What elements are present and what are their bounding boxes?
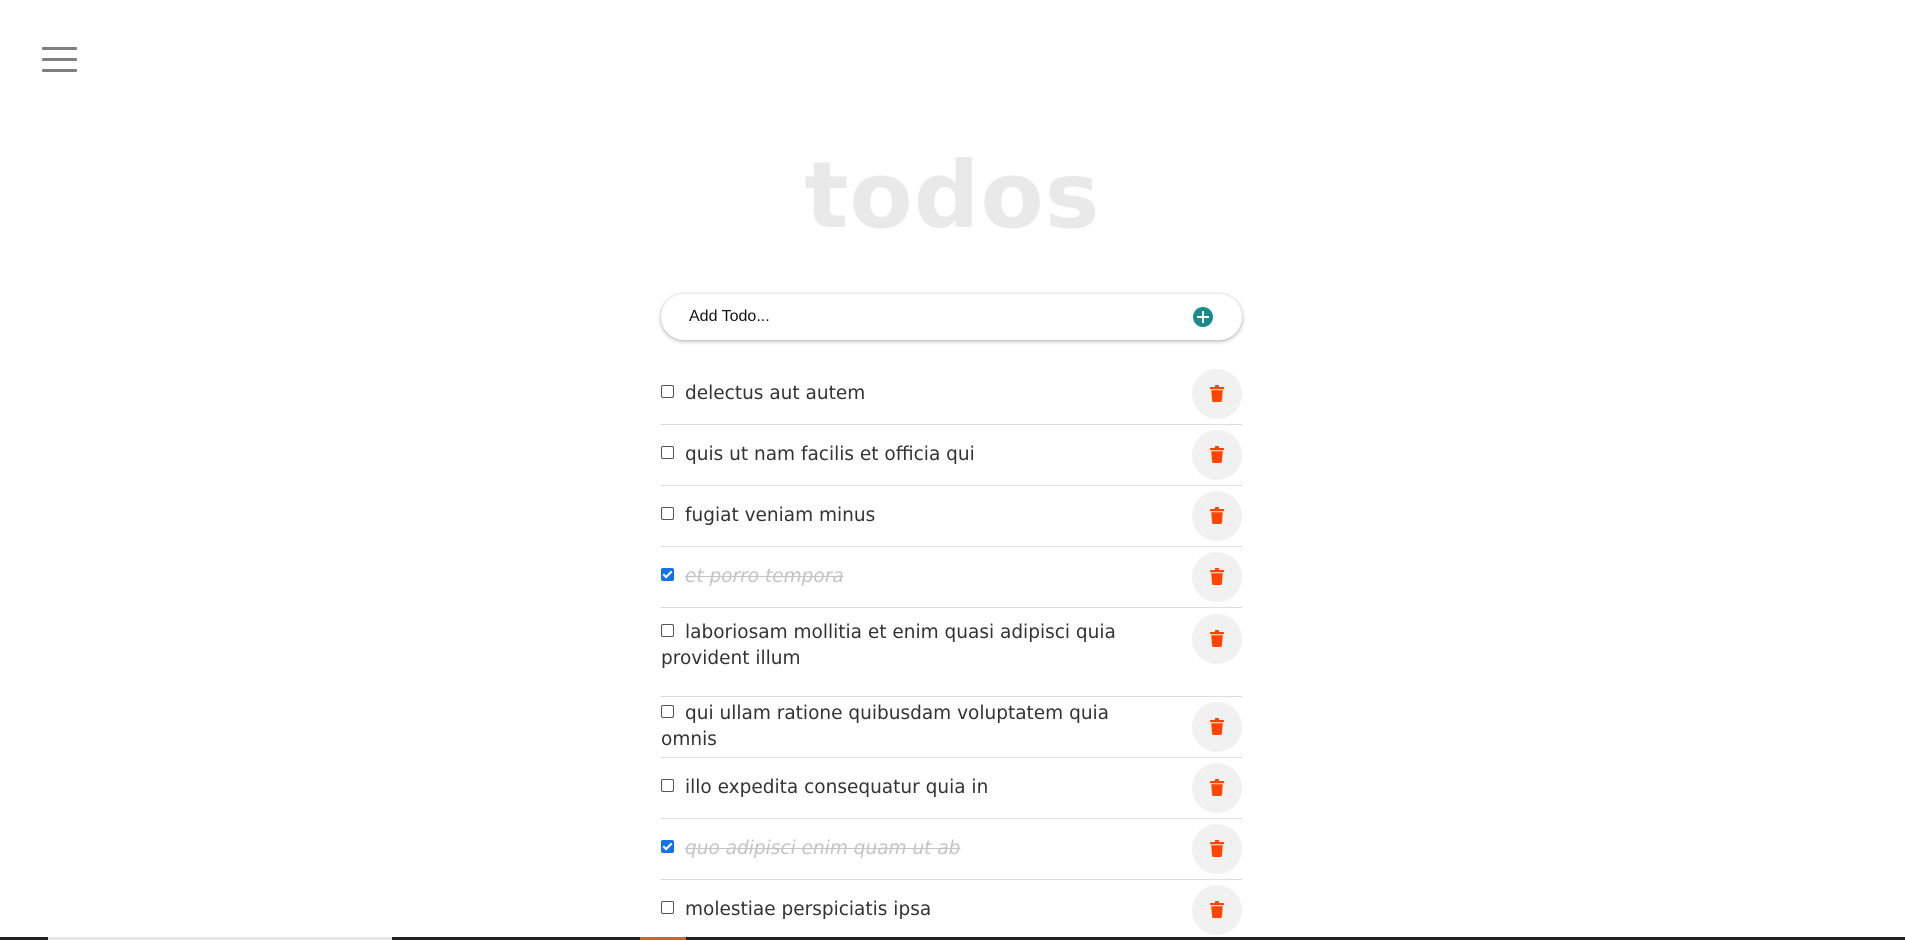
- todo-content: quis ut nam facilis et officia qui: [661, 442, 1192, 468]
- todo-item: quis ut nam facilis et officia qui: [661, 425, 1242, 486]
- todo-content: molestiae perspiciatis ipsa: [661, 897, 1192, 923]
- delete-button[interactable]: [1192, 885, 1242, 935]
- todo-text-completed: quo adipisci enim quam ut ab: [685, 838, 961, 859]
- delete-button[interactable]: [1192, 491, 1242, 541]
- todo-text: delectus aut autem: [685, 383, 866, 404]
- menu-bar: [42, 69, 77, 72]
- todo-checkbox[interactable]: [661, 901, 674, 914]
- todo-item: laboriosam mollitia et enim quasi adipis…: [661, 608, 1242, 697]
- trash-icon: [1210, 568, 1224, 585]
- todo-text: illo expedita consequatur quia in: [685, 777, 989, 798]
- trash-icon: [1210, 385, 1224, 402]
- todo-item: molestiae perspiciatis ipsa: [661, 880, 1242, 940]
- todo-text: fugiat veniam minus: [685, 505, 876, 526]
- todo-content: delectus aut autem: [661, 381, 1192, 407]
- add-todo-form: [661, 294, 1242, 340]
- delete-button[interactable]: [1192, 824, 1242, 874]
- todo-text: qui ullam ratione quibusdam voluptatem q…: [661, 703, 1110, 750]
- delete-button[interactable]: [1192, 763, 1242, 813]
- todo-checkbox[interactable]: [661, 385, 674, 398]
- todo-text: laboriosam mollitia et enim quasi adipis…: [661, 622, 1116, 669]
- delete-button[interactable]: [1192, 702, 1242, 752]
- todo-checkbox[interactable]: [661, 446, 674, 459]
- todo-item: quo adipisci enim quam ut ab: [661, 819, 1242, 880]
- todo-content: illo expedita consequatur quia in: [661, 775, 1192, 801]
- trash-icon: [1210, 779, 1224, 796]
- delete-button[interactable]: [1192, 552, 1242, 602]
- hamburger-menu-icon[interactable]: [42, 47, 77, 73]
- todo-checkbox[interactable]: [661, 779, 674, 792]
- todo-checkbox-checked[interactable]: [661, 568, 674, 581]
- todo-text: quis ut nam facilis et officia qui: [685, 444, 975, 465]
- todo-content: qui ullam ratione quibusdam voluptatem q…: [661, 701, 1192, 753]
- trash-icon: [1210, 901, 1224, 918]
- menu-bar: [42, 58, 77, 61]
- trash-icon: [1210, 507, 1224, 524]
- todo-checkbox[interactable]: [661, 507, 674, 520]
- delete-button[interactable]: [1192, 614, 1242, 664]
- todo-list: delectus aut autem quis ut nam facilis e…: [661, 364, 1242, 940]
- todo-text-completed: et porro tempora: [685, 566, 844, 587]
- todo-checkbox[interactable]: [661, 705, 674, 718]
- todo-item: fugiat veniam minus: [661, 486, 1242, 547]
- menu-bar: [42, 47, 77, 50]
- todo-content: laboriosam mollitia et enim quasi adipis…: [661, 608, 1192, 672]
- todo-item: qui ullam ratione quibusdam voluptatem q…: [661, 697, 1242, 758]
- todo-checkbox[interactable]: [661, 624, 674, 637]
- page-title: todos: [804, 142, 1101, 249]
- todo-item: delectus aut autem: [661, 364, 1242, 425]
- todo-content: quo adipisci enim quam ut ab: [661, 836, 1192, 862]
- todo-item: illo expedita consequatur quia in: [661, 758, 1242, 819]
- todo-item: et porro tempora: [661, 547, 1242, 608]
- todo-text: molestiae perspiciatis ipsa: [685, 899, 932, 920]
- trash-icon: [1210, 718, 1224, 735]
- trash-icon: [1210, 630, 1224, 647]
- trash-icon: [1210, 446, 1224, 463]
- delete-button[interactable]: [1192, 430, 1242, 480]
- add-todo-input[interactable]: [681, 294, 1169, 340]
- trash-icon: [1210, 840, 1224, 857]
- delete-button[interactable]: [1192, 369, 1242, 419]
- todo-app-page: todos delectus aut autem quis ut nam fac…: [0, 0, 1905, 940]
- todo-container: delectus aut autem quis ut nam facilis e…: [661, 294, 1242, 940]
- todo-content: et porro tempora: [661, 564, 1192, 590]
- plus-circle-icon[interactable]: [1193, 307, 1213, 327]
- todo-content: fugiat veniam minus: [661, 503, 1192, 529]
- todo-checkbox-checked[interactable]: [661, 840, 674, 853]
